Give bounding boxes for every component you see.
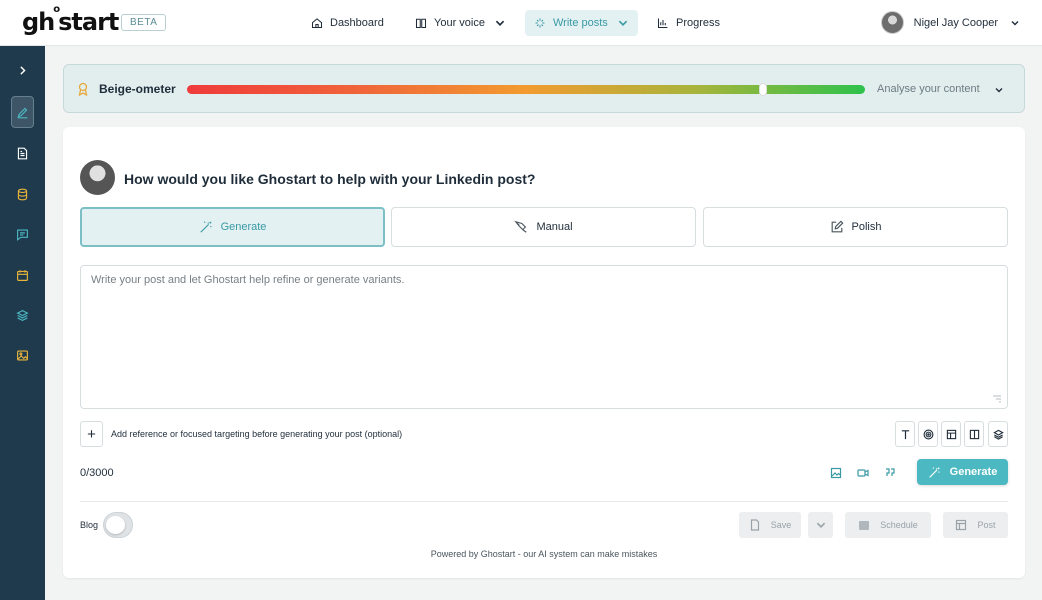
database-icon xyxy=(17,188,28,201)
target-icon xyxy=(923,429,933,439)
magic-wand-icon xyxy=(199,221,212,233)
book-icon xyxy=(415,18,427,29)
pen-tool-icon xyxy=(514,220,528,233)
columns-button[interactable] xyxy=(964,421,984,447)
save-options-dropdown[interactable] xyxy=(808,512,833,538)
user-name: Nigel Jay Cooper xyxy=(913,16,998,29)
grid-icon xyxy=(956,519,967,531)
divider xyxy=(80,501,1008,502)
message-icon xyxy=(17,229,28,241)
sidebar-item-write[interactable] xyxy=(11,96,34,128)
nav-your-voice[interactable]: Your voice xyxy=(406,10,515,36)
chevron-down-icon xyxy=(618,20,628,26)
post-composer-card: How would you like Ghostart to help with… xyxy=(63,127,1025,578)
pen-icon xyxy=(17,107,28,118)
character-counter: 0/3000 xyxy=(80,467,114,479)
image-icon xyxy=(17,350,28,361)
sparkle-icon xyxy=(535,18,545,28)
add-reference-button[interactable]: + xyxy=(80,421,103,447)
beige-ometer-bar xyxy=(187,83,865,96)
plus-icon: + xyxy=(87,425,96,443)
sidebar-item-documents[interactable] xyxy=(11,142,34,165)
mode-polish-button[interactable]: Polish xyxy=(703,207,1008,247)
post-button[interactable]: Post xyxy=(943,512,1008,538)
beta-badge: BETA xyxy=(121,14,167,31)
edit-icon xyxy=(831,220,844,233)
chevron-down-icon[interactable] xyxy=(994,85,1004,95)
target-button[interactable] xyxy=(918,421,938,447)
ghostart-logo[interactable]: ghostart xyxy=(22,4,119,36)
beige-ometer-panel: Beige-ometer Analyse your content xyxy=(63,64,1025,113)
toggle-knob xyxy=(106,516,125,534)
sidebar xyxy=(0,46,45,600)
nav-write-posts[interactable]: Write posts xyxy=(525,10,638,36)
save-button[interactable]: Save xyxy=(739,512,801,538)
post-editor-textarea[interactable]: Write your post and let Ghostart help re… xyxy=(80,265,1008,409)
columns-icon xyxy=(969,429,979,439)
award-icon xyxy=(78,82,88,96)
magic-wand-icon xyxy=(928,466,940,478)
document-icon xyxy=(750,519,759,531)
sidebar-item-calendar[interactable] xyxy=(11,264,34,287)
meter-indicator xyxy=(759,83,767,96)
powered-by-note: Powered by Ghostart - our AI system can … xyxy=(430,549,658,559)
mode-manual-button[interactable]: Manual xyxy=(391,207,696,247)
layers-icon xyxy=(16,309,29,322)
video-icon[interactable] xyxy=(856,466,870,480)
quote-icon[interactable] xyxy=(883,466,897,480)
nav-dashboard[interactable]: Dashboard xyxy=(302,10,393,36)
blog-toggle[interactable] xyxy=(103,512,133,538)
layers-button[interactable] xyxy=(988,421,1008,447)
blog-label: Blog xyxy=(80,520,99,530)
avatar xyxy=(880,11,904,34)
sidebar-item-database[interactable] xyxy=(11,183,34,206)
text-format-button[interactable] xyxy=(895,421,915,447)
image-icon[interactable] xyxy=(829,466,843,480)
bar-chart-icon xyxy=(657,18,668,29)
sidebar-item-images[interactable] xyxy=(11,344,34,367)
document-icon xyxy=(17,147,28,160)
calendar-icon xyxy=(859,521,870,530)
sidebar-item-messages[interactable] xyxy=(11,223,34,246)
analyse-content-label[interactable]: Analyse your content xyxy=(877,83,980,95)
calendar-icon xyxy=(17,270,28,281)
layout-button[interactable] xyxy=(941,421,961,447)
layout-icon xyxy=(946,429,956,439)
layers-icon xyxy=(992,429,1004,440)
chevron-down-icon xyxy=(1011,20,1019,25)
user-menu[interactable]: Nigel Jay Cooper xyxy=(880,11,1020,34)
nav-progress[interactable]: Progress xyxy=(648,10,729,36)
mode-generate-button[interactable]: Generate xyxy=(80,207,385,247)
resize-handle-icon[interactable] xyxy=(992,395,1002,403)
chevron-down-icon xyxy=(495,20,505,26)
schedule-button[interactable]: Schedule xyxy=(845,512,931,538)
reference-hint: Add reference or focused targeting befor… xyxy=(111,429,403,439)
meter-title: Beige-ometer xyxy=(99,82,176,96)
generate-button[interactable]: Generate xyxy=(917,459,1008,485)
sidebar-item-layers[interactable] xyxy=(11,304,34,327)
text-icon xyxy=(901,429,909,439)
composer-question: How would you like Ghostart to help with… xyxy=(124,171,536,187)
top-navbar: ghostart BETA Dashboard Your voice Write… xyxy=(0,0,1042,46)
chevron-down-icon xyxy=(816,522,825,528)
avatar xyxy=(80,160,115,195)
chevron-right-icon xyxy=(20,66,26,75)
sidebar-expand-button[interactable] xyxy=(11,59,34,82)
home-icon xyxy=(311,18,323,29)
